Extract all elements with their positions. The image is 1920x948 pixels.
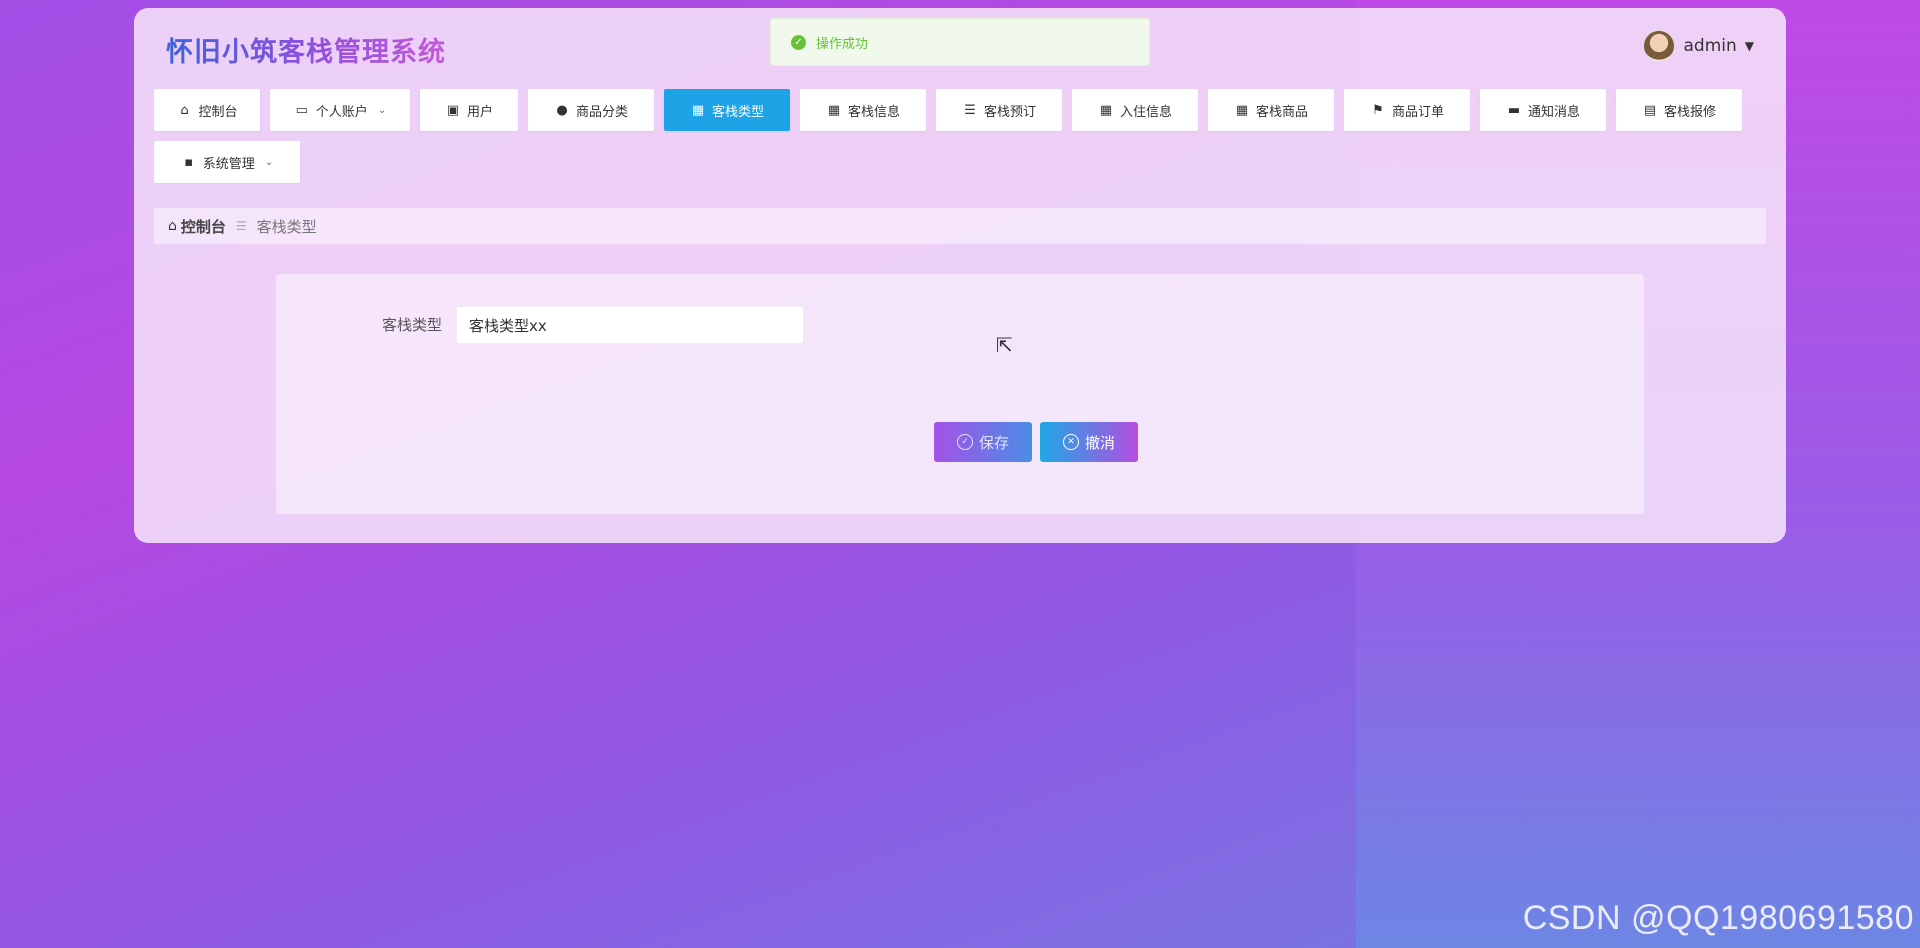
grid-icon: ▦ — [827, 102, 841, 118]
nav-item-inn-booking[interactable]: ☰ 客栈预订 — [936, 89, 1062, 131]
balloon-icon: ● — [556, 102, 568, 118]
home-icon: ⌂ — [168, 218, 177, 234]
nav-item-label: 客栈信息 — [847, 104, 900, 120]
monitor-icon: ▬ — [1507, 102, 1521, 118]
cancel-button-label: 撤消 — [1084, 433, 1115, 452]
app-title: 怀旧小筑客栈管理系统 — [166, 30, 446, 69]
nav-item-system-management[interactable]: ▪ 系统管理 ⌄ — [154, 141, 300, 183]
user-menu[interactable]: admin ▼ — [1643, 30, 1754, 62]
save-button[interactable]: ✓ 保存 — [934, 422, 1032, 462]
home-icon: ⌂ — [180, 102, 189, 118]
watermark: CSDN @QQ1980691580 — [1522, 899, 1914, 937]
chevron-down-icon: ⌄ — [377, 104, 387, 116]
main-panel: 怀旧小筑客栈管理系统 admin ▼ ⌂ 控制台 ▭ 个人账户 ⌄ ▣ 用户 ●… — [134, 8, 1786, 543]
nav-item-label: 客栈预订 — [983, 104, 1036, 120]
clipboard-check-icon: ▣ — [446, 102, 460, 118]
nav-item-dashboard[interactable]: ⌂ 控制台 — [154, 89, 260, 131]
nav-item-label: 客栈类型 — [711, 104, 764, 120]
grid-icon: ▦ — [1099, 102, 1113, 118]
nav-item-label: 客栈商品 — [1255, 104, 1308, 120]
breadcrumb: ⌂ 控制台 ☰ 客栈类型 — [154, 208, 1766, 244]
nav-item-label: 个人账户 — [315, 104, 368, 120]
nav-item-product-category[interactable]: ● 商品分类 — [528, 89, 654, 131]
inn-type-input[interactable] — [456, 306, 804, 344]
nav-item-label: 入住信息 — [1119, 104, 1172, 120]
mouse-cursor-icon: ⇱ — [996, 333, 1013, 357]
breadcrumb-separator: ☰ — [235, 219, 247, 233]
nav-item-product-orders[interactable]: ⚑ 商品订单 — [1344, 89, 1470, 131]
nav-item-inn-products[interactable]: ▦ 客栈商品 — [1208, 89, 1334, 131]
success-icon: ✓ — [791, 34, 806, 50]
nav-item-label: 通知消息 — [1527, 104, 1580, 120]
list-icon: ☰ — [964, 102, 976, 118]
cancel-button[interactable]: ✕ 撤消 — [1040, 422, 1138, 462]
nav-item-users[interactable]: ▣ 用户 — [420, 89, 518, 131]
nav-item-label: 控制台 — [198, 104, 238, 120]
nav-item-label: 客栈报修 — [1663, 104, 1716, 120]
close-circle-icon: ✕ — [1062, 434, 1079, 450]
nav-item-inn-type[interactable]: ▦ 客栈类型 — [664, 89, 790, 131]
username: admin — [1683, 36, 1737, 56]
nav-item-inn-info[interactable]: ▦ 客栈信息 — [800, 89, 926, 131]
nav-item-account[interactable]: ▭ 个人账户 ⌄ — [270, 89, 410, 131]
message-icon: ▪ — [184, 154, 194, 170]
save-button-label: 保存 — [978, 433, 1009, 452]
avatar — [1643, 30, 1676, 62]
caret-down-icon: ▼ — [1744, 39, 1754, 53]
chevron-down-icon: ⌄ — [264, 156, 274, 168]
grid-icon: ▦ — [691, 102, 705, 118]
nav-item-label: 系统管理 — [202, 156, 255, 172]
flag-icon: ⚑ — [1372, 102, 1384, 118]
grid-icon: ▦ — [1235, 102, 1249, 118]
nav-item-label: 商品订单 — [1391, 104, 1444, 120]
nav-item-label: 用户 — [466, 104, 493, 120]
nav-item-notifications[interactable]: ▬ 通知消息 — [1480, 89, 1606, 131]
breadcrumb-root[interactable]: 控制台 — [181, 216, 226, 237]
nav-item-label: 商品分类 — [575, 104, 628, 120]
field-label: 客栈类型 — [382, 316, 443, 334]
check-circle-icon: ✓ — [956, 434, 973, 450]
breadcrumb-current: 客栈类型 — [256, 217, 317, 236]
clipboard-icon: ▤ — [1643, 102, 1657, 118]
nav-item-inn-repair[interactable]: ▤ 客栈报修 — [1616, 89, 1742, 131]
toast-message: 操作成功 — [816, 36, 869, 52]
edit-form: 客栈类型 ✓ 保存 ✕ 撤消 — [276, 274, 1644, 514]
top-nav: ⌂ 控制台 ▭ 个人账户 ⌄ ▣ 用户 ● 商品分类 ▦ 客栈类型 ▦ 客栈信息… — [154, 89, 1744, 183]
wallet-icon: ▭ — [295, 102, 308, 118]
nav-item-checkin[interactable]: ▦ 入住信息 — [1072, 89, 1198, 131]
success-toast: ✓ 操作成功 — [770, 18, 1150, 66]
